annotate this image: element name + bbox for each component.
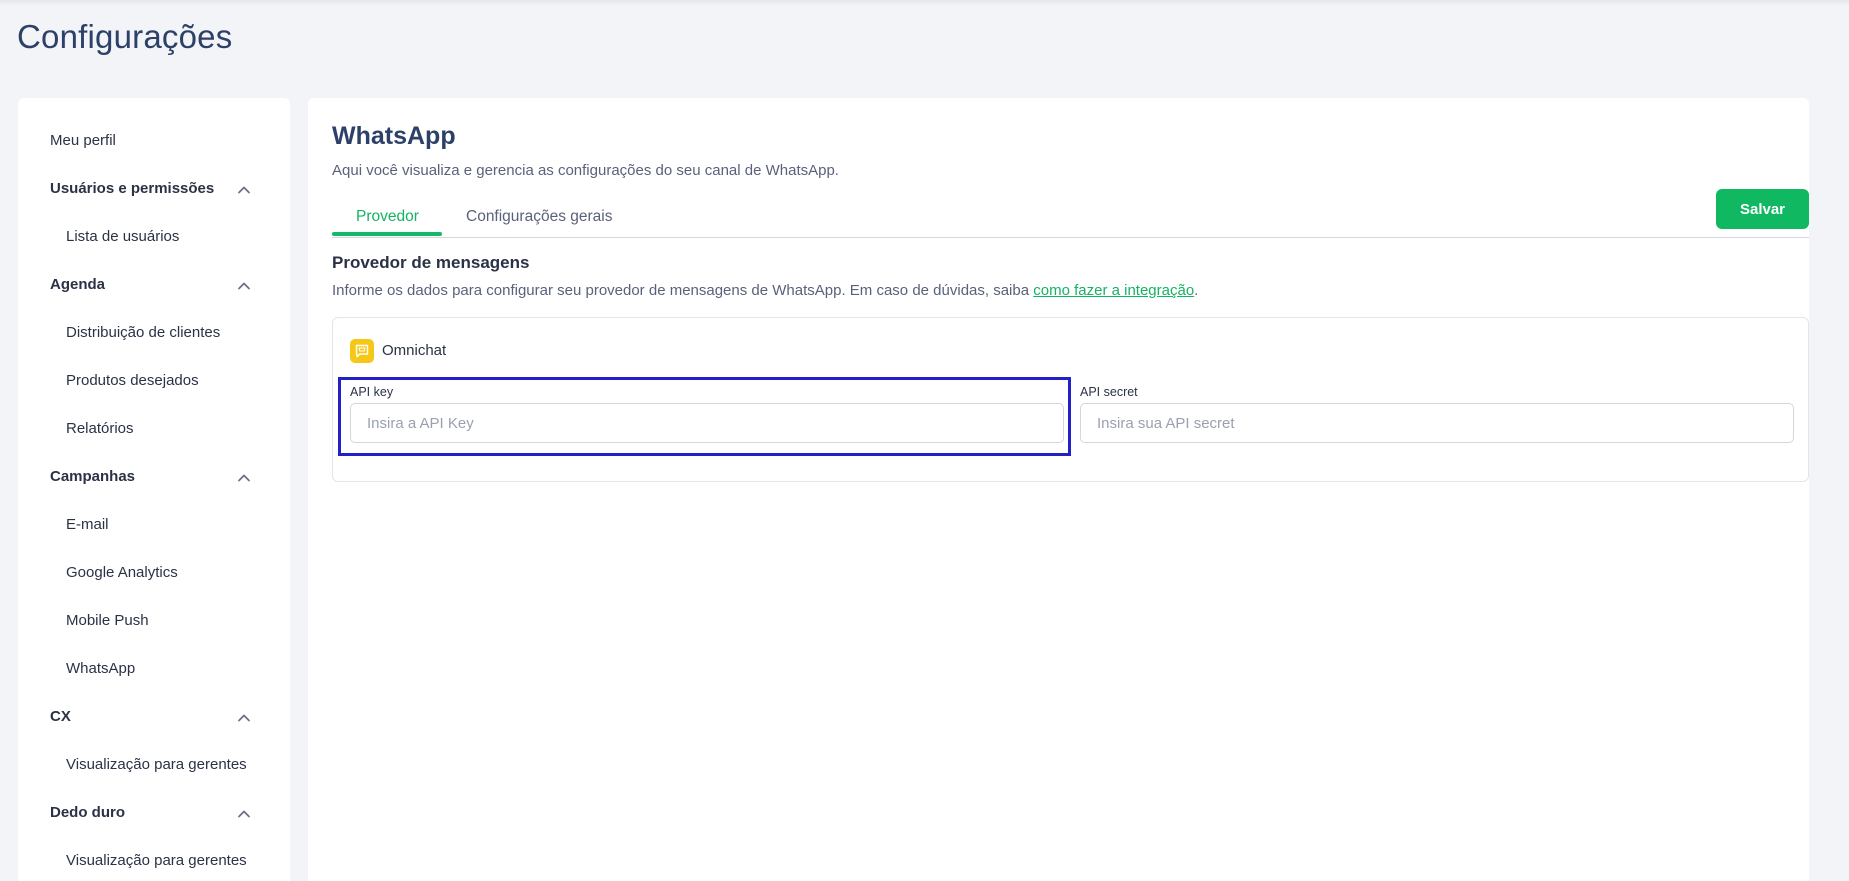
sidebar-item-email[interactable]: E-mail (66, 516, 109, 533)
api-key-input[interactable] (350, 403, 1064, 443)
provider-title: Provedor de mensagens (332, 253, 530, 272)
section-subtitle: Aqui você visualiza e gerencia as config… (332, 162, 839, 179)
save-button[interactable]: Salvar (1716, 189, 1809, 229)
sidebar-item-distribuicao-clientes[interactable]: Distribuição de clientes (66, 324, 220, 341)
sidebar-item-whatsapp[interactable]: WhatsApp (66, 660, 135, 677)
sidebar-item-google-analytics[interactable]: Google Analytics (66, 564, 178, 581)
chevron-up-icon[interactable] (237, 183, 251, 197)
sidebar-item-produtos-desejados[interactable]: Produtos desejados (66, 372, 199, 389)
sidebar-section-campanhas[interactable]: Campanhas (50, 468, 135, 485)
sidebar: Meu perfil Usuários e permissões Lista d… (18, 98, 290, 881)
tab-provedor[interactable]: Provedor (356, 208, 419, 226)
sidebar-item-relatorios[interactable]: Relatórios (66, 420, 134, 437)
chevron-up-icon[interactable] (237, 471, 251, 485)
provider-card: Omnichat API key API secret (332, 317, 1809, 482)
page-title: Configurações (17, 18, 233, 55)
api-secret-input[interactable] (1080, 403, 1794, 443)
api-secret-label: API secret (1080, 385, 1138, 399)
chevron-up-icon[interactable] (237, 711, 251, 725)
omnichat-icon (350, 339, 374, 363)
top-shadow (0, 0, 1849, 6)
provider-description-text: Informe os dados para configurar seu pro… (332, 282, 1034, 299)
provider-description-suffix: . (1194, 282, 1199, 299)
provider-description: Informe os dados para configurar seu pro… (332, 282, 1198, 299)
sidebar-item-cx-gerentes[interactable]: Visualização para gerentes (66, 756, 247, 773)
provider-name: Omnichat (382, 342, 447, 359)
tab-active-indicator (332, 232, 442, 236)
section-title: WhatsApp (332, 122, 456, 150)
main-panel: WhatsApp Aqui você visualiza e gerencia … (308, 98, 1809, 881)
integration-link[interactable]: como fazer a integração (1033, 282, 1194, 299)
sidebar-item-dedo-duro-gerentes[interactable]: Visualização para gerentes (66, 852, 247, 869)
sidebar-item-meu-perfil[interactable]: Meu perfil (50, 132, 116, 149)
tab-divider (332, 237, 1809, 238)
chevron-up-icon[interactable] (237, 807, 251, 821)
sidebar-item-lista-usuarios[interactable]: Lista de usuários (66, 228, 179, 245)
sidebar-section-agenda[interactable]: Agenda (50, 276, 105, 293)
api-key-label: API key (350, 385, 394, 399)
sidebar-item-mobile-push[interactable]: Mobile Push (66, 612, 149, 629)
tab-configuracoes-gerais[interactable]: Configurações gerais (466, 208, 612, 226)
sidebar-section-usuarios[interactable]: Usuários e permissões (50, 180, 214, 197)
sidebar-section-cx[interactable]: CX (50, 708, 71, 725)
sidebar-section-dedo-duro[interactable]: Dedo duro (50, 804, 125, 821)
chevron-up-icon[interactable] (237, 279, 251, 293)
